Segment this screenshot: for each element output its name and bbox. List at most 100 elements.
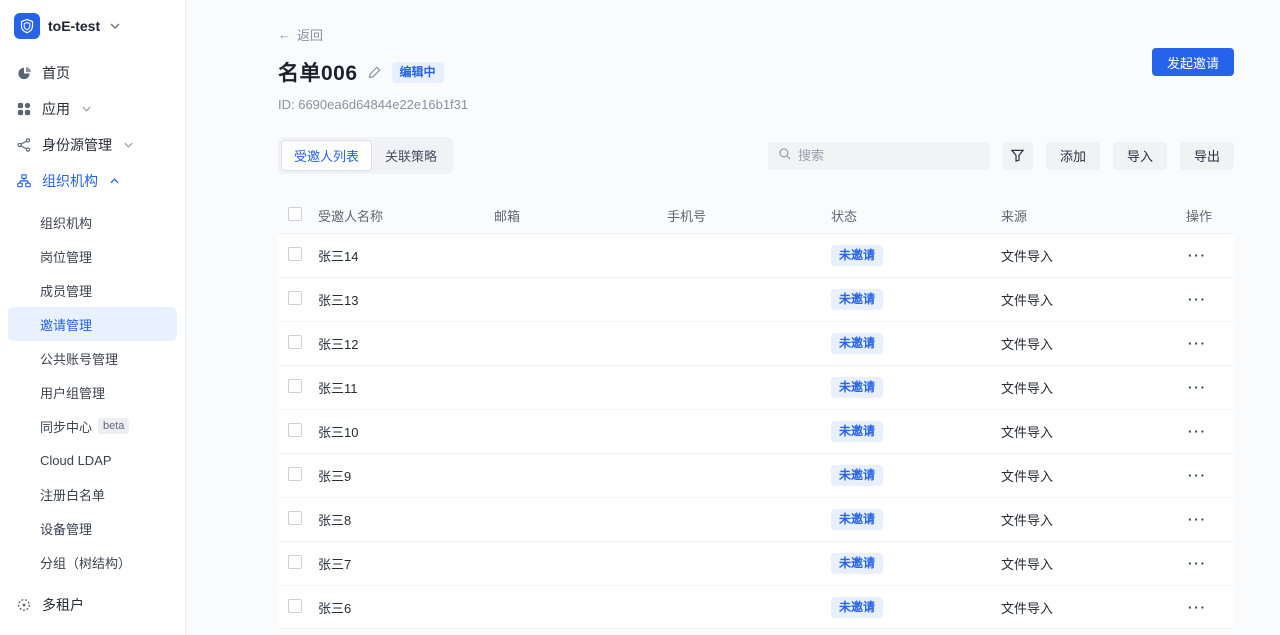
chevron-down-icon [110, 23, 120, 29]
page-title: 名单006 [278, 57, 358, 87]
sub-item-label: 邀请管理 [40, 315, 92, 334]
row-status-badge: 未邀请 [831, 553, 883, 574]
cell-invitee-name: 张三9 [318, 466, 494, 485]
table-row: 张三11 未邀请 文件导入 ··· [278, 365, 1234, 409]
row-actions-button[interactable]: ··· [1186, 600, 1207, 615]
tab[interactable]: 关联策略 [372, 140, 450, 171]
row-checkbox[interactable] [288, 423, 302, 437]
sidebar-sub-item[interactable]: 用户组管理 [8, 375, 177, 409]
tab-group: 受邀人列表关联策略 [278, 137, 453, 174]
sidebar-sub-item[interactable]: 成员管理 [8, 273, 177, 307]
import-button[interactable]: 导入 [1113, 142, 1167, 170]
table-row: 张三10 未邀请 文件导入 ··· [278, 409, 1234, 453]
tab[interactable]: 受邀人列表 [281, 140, 372, 171]
sidebar-nav: 首页 应用 [0, 55, 185, 623]
invitees-table: 受邀人名称 邮箱 手机号 状态 来源 操作 张三14 未邀请 文件导入 ··· … [278, 197, 1234, 629]
row-actions-button[interactable]: ··· [1186, 424, 1207, 439]
filter-button[interactable] [1003, 142, 1033, 170]
sub-item-label: 用户组管理 [40, 383, 105, 402]
apps-icon [16, 101, 32, 117]
title-row: 名单006 编辑中 [278, 57, 1234, 87]
sidebar-item-label: 首页 [42, 63, 70, 83]
row-status-badge: 未邀请 [831, 509, 883, 530]
chevron-up-icon [110, 178, 119, 184]
cell-source: 文件导入 [1001, 334, 1186, 353]
row-checkbox[interactable] [288, 335, 302, 349]
back-label: 返回 [297, 25, 323, 44]
cell-source: 文件导入 [1001, 510, 1186, 529]
row-actions-button[interactable]: ··· [1186, 380, 1207, 395]
sidebar-sub-item[interactable]: 分组（树结构） [8, 545, 177, 579]
row-checkbox[interactable] [288, 291, 302, 305]
cell-source: 文件导入 [1001, 466, 1186, 485]
select-all-checkbox[interactable] [288, 207, 302, 221]
sidebar-sub-item[interactable]: 公共账号管理 [8, 341, 177, 375]
column-header-email: 邮箱 [494, 206, 667, 225]
sidebar-sub-item[interactable]: Cloud LDAP [8, 443, 177, 477]
row-checkbox[interactable] [288, 511, 302, 525]
sidebar-item-label: 组织机构 [42, 171, 98, 191]
workspace-switcher[interactable]: toE-test [0, 13, 185, 39]
table-row: 张三7 未邀请 文件导入 ··· [278, 541, 1234, 585]
sidebar-item-label: 应用 [42, 99, 70, 119]
back-arrow-icon: ← [278, 27, 291, 42]
row-actions-button[interactable]: ··· [1186, 468, 1207, 483]
sidebar-sub-item[interactable]: 邀请管理 [8, 307, 177, 341]
sidebar-sub-item[interactable]: 组织机构 [8, 205, 177, 239]
row-checkbox[interactable] [288, 467, 302, 481]
sub-item-label: 注册白名单 [40, 485, 105, 504]
sidebar-sub-item[interactable]: 注册白名单 [8, 477, 177, 511]
app: toE-test 首页 [0, 0, 1280, 635]
main-content: ← 返回 名单006 编辑中 ID: 6690ea6d64844e22e16b1… [186, 0, 1280, 635]
table-row: 张三9 未邀请 文件导入 ··· [278, 453, 1234, 497]
search-input[interactable] [798, 148, 980, 163]
cell-source: 文件导入 [1001, 246, 1186, 265]
cell-invitee-name: 张三13 [318, 290, 494, 309]
row-checkbox[interactable] [288, 555, 302, 569]
sidebar-item-apps[interactable]: 应用 [0, 91, 185, 127]
cell-source: 文件导入 [1001, 598, 1186, 617]
sidebar-item-multi-tenant[interactable]: 多租户 [0, 587, 185, 623]
sidebar-item-home[interactable]: 首页 [0, 55, 185, 91]
row-actions-button[interactable]: ··· [1186, 556, 1207, 571]
export-button[interactable]: 导出 [1180, 142, 1234, 170]
add-button[interactable]: 添加 [1046, 142, 1100, 170]
sidebar-sub-item[interactable]: 岗位管理 [8, 239, 177, 273]
sidebar-item-identity-source[interactable]: 身份源管理 [0, 127, 185, 163]
sidebar-item-organization[interactable]: 组织机构 [0, 163, 185, 199]
sidebar-sub-item[interactable]: 同步中心 beta [8, 409, 177, 443]
column-header-phone: 手机号 [667, 206, 831, 225]
row-actions-button[interactable]: ··· [1186, 248, 1207, 263]
cell-invitee-name: 张三10 [318, 422, 494, 441]
beta-badge: beta [98, 418, 129, 434]
sub-item-label: 组织机构 [40, 213, 92, 232]
search-icon [778, 147, 792, 164]
edit-title-icon[interactable] [368, 65, 382, 79]
column-header-source: 来源 [1001, 206, 1186, 225]
invite-button[interactable]: 发起邀请 [1152, 48, 1234, 76]
back-link[interactable]: ← 返回 [278, 25, 323, 44]
row-checkbox[interactable] [288, 379, 302, 393]
sub-item-label: 公共账号管理 [40, 349, 118, 368]
sidebar-item-label: 身份源管理 [42, 135, 112, 155]
table-row: 张三8 未邀请 文件导入 ··· [278, 497, 1234, 541]
row-checkbox[interactable] [288, 247, 302, 261]
sidebar-sub-list: 组织机构 岗位管理 成员管理 邀请管理 公共账号管理 用户组管理 同步中心 be… [0, 199, 185, 579]
cell-invitee-name: 张三11 [318, 378, 494, 397]
sub-item-label: 分组（树结构） [40, 553, 131, 572]
cell-source: 文件导入 [1001, 290, 1186, 309]
row-actions-button[interactable]: ··· [1186, 292, 1207, 307]
row-actions-button[interactable]: ··· [1186, 336, 1207, 351]
organization-icon [16, 173, 32, 189]
row-status-badge: 未邀请 [831, 245, 883, 266]
sidebar-sub-item[interactable]: 设备管理 [8, 511, 177, 545]
row-checkbox[interactable] [288, 599, 302, 613]
table-row: 张三6 未邀请 文件导入 ··· [278, 585, 1234, 629]
row-status-badge: 未邀请 [831, 333, 883, 354]
sub-item-label: Cloud LDAP [40, 453, 112, 468]
row-actions-button[interactable]: ··· [1186, 512, 1207, 527]
table-row: 张三14 未邀请 文件导入 ··· [278, 233, 1234, 277]
sub-item-label: 同步中心 [40, 417, 92, 436]
identity-source-icon [16, 137, 32, 153]
row-status-badge: 未邀请 [831, 597, 883, 618]
